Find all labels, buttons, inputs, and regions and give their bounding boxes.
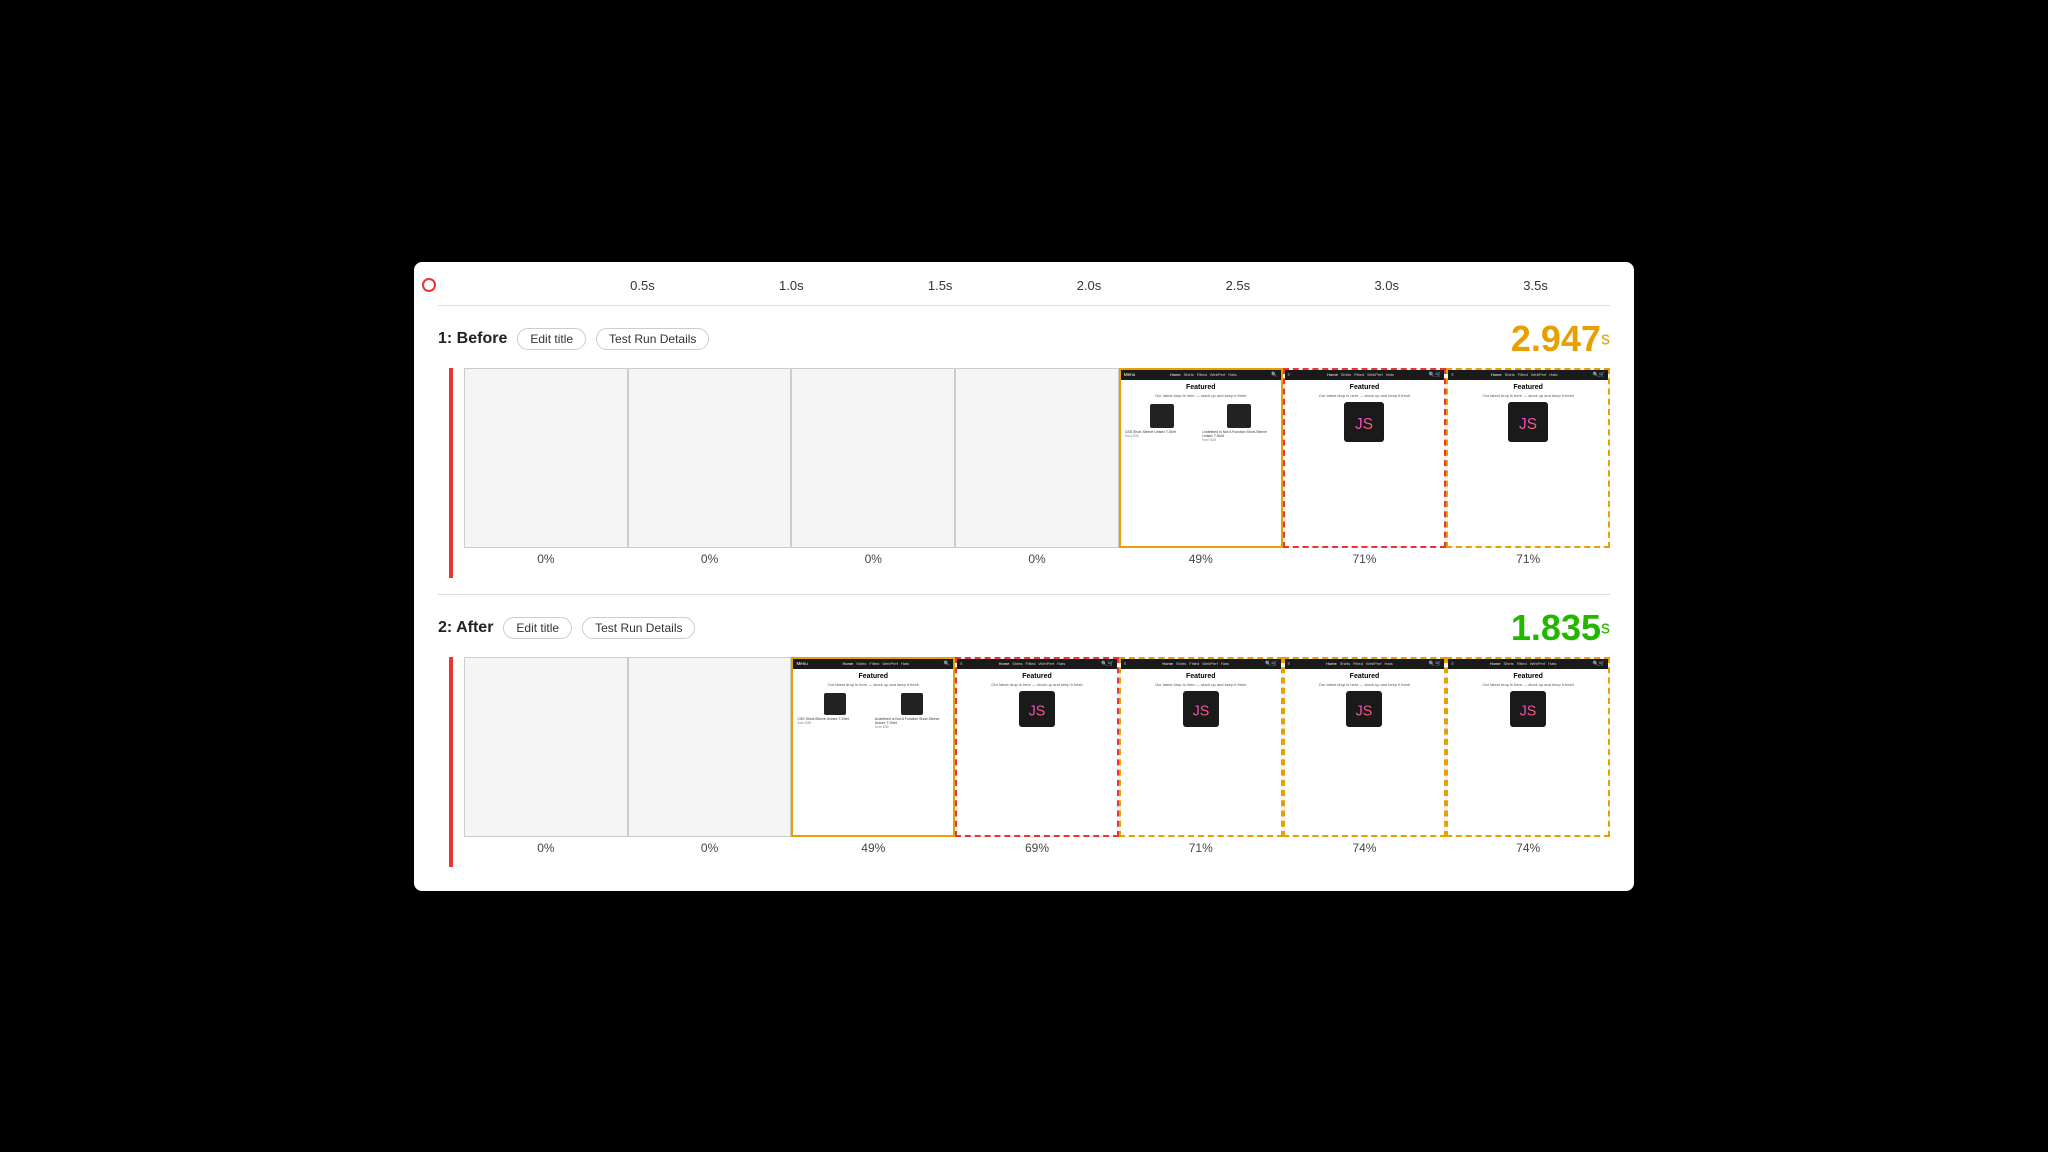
before-edit-title-button[interactable]: Edit title [517, 328, 586, 350]
before-pct-6: 71% [1516, 552, 1540, 566]
before-pct-5: 71% [1352, 552, 1376, 566]
before-thumb-5: ≡ HomeShirtsFittedWebPerfHats 🔍🛒 Feature… [1283, 368, 1447, 548]
after-frame-6: ≡ HomeShirtsFittedWebPerfHats 🔍🛒 Feature… [1446, 657, 1610, 855]
after-section: 2: After Edit title Test Run Details 1.8… [438, 607, 1610, 867]
after-frame-4: ≡ HomeShirtsFittedWebPerfHats 🔍🛒 Feature… [1119, 657, 1283, 855]
before-score: 2.947 [1511, 318, 1601, 359]
before-thumb-6: ≡ HomeShirtsFittedWebPerfHats 🔍🛒 Feature… [1446, 368, 1610, 548]
before-frames: 0% 0% 0% 0% [464, 368, 1610, 566]
after-frames: 0% 0% Menu HomeShirtsFittedWebPerfH [464, 657, 1610, 855]
after-score: 1.835 [1511, 607, 1601, 648]
after-thumb-3: ≡ HomeShirtsFittedWebPerfHats 🔍🛒 Feature… [955, 657, 1119, 837]
before-score-unit: s [1601, 328, 1610, 348]
after-score-container: 1.835s [1511, 607, 1610, 649]
before-frame-2: 0% [791, 368, 955, 566]
after-thumb-0 [464, 657, 628, 837]
before-header: 1: Before Edit title Test Run Details 2.… [438, 318, 1610, 360]
before-frame-3: 0% [955, 368, 1119, 566]
after-pct-2: 49% [861, 841, 885, 855]
before-thumb-2 [791, 368, 955, 548]
svg-text:JS: JS [1520, 703, 1537, 719]
before-pct-1: 0% [701, 552, 718, 566]
before-start-bar [438, 368, 464, 578]
after-pct-5: 74% [1352, 841, 1376, 855]
svg-text:JS: JS [1029, 703, 1046, 719]
after-frame-2: Menu HomeShirtsFittedWebPerfHats 🔍 Featu… [791, 657, 955, 855]
before-thumb-4: Menu HomeShirtsFittedWebPerfHats 🔍 Featu… [1119, 368, 1283, 548]
svg-text:JS: JS [1192, 703, 1209, 719]
before-thumb-1 [628, 368, 792, 548]
before-thumb-3 [955, 368, 1119, 548]
timeline-marker [422, 278, 436, 292]
main-container: 0.5s 1.0s 1.5s 2.0s 2.5s 3.0s 3.5s 1: Be… [414, 262, 1634, 891]
after-frame-1: 0% [628, 657, 792, 855]
before-thumb-0 [464, 368, 628, 548]
after-thumb-4: ≡ HomeShirtsFittedWebPerfHats 🔍🛒 Feature… [1119, 657, 1283, 837]
after-pct-3: 69% [1025, 841, 1049, 855]
before-frame-5: ≡ HomeShirtsFittedWebPerfHats 🔍🛒 Feature… [1283, 368, 1447, 566]
before-pct-0: 0% [537, 552, 554, 566]
svg-text:JS: JS [1519, 415, 1537, 432]
after-thumb-5: ≡ HomeShirtsFittedWebPerfHats 🔍🛒 Feature… [1283, 657, 1447, 837]
tick-6: 3.5s [1461, 278, 1610, 293]
tick-0: 0.5s [568, 278, 717, 293]
tick-5: 3.0s [1312, 278, 1461, 293]
after-frame-3: ≡ HomeShirtsFittedWebPerfHats 🔍🛒 Feature… [955, 657, 1119, 855]
after-score-unit: s [1601, 617, 1610, 637]
before-pct-4: 49% [1189, 552, 1213, 566]
after-pct-4: 71% [1189, 841, 1213, 855]
before-frame-6: ≡ HomeShirtsFittedWebPerfHats 🔍🛒 Feature… [1446, 368, 1610, 566]
svg-text:JS: JS [1355, 415, 1373, 432]
before-title: 1: Before [438, 330, 507, 348]
before-pct-3: 0% [1028, 552, 1045, 566]
section-divider [438, 594, 1610, 595]
svg-text:JS: JS [1356, 703, 1373, 719]
after-edit-title-button[interactable]: Edit title [503, 617, 572, 639]
before-pct-2: 0% [865, 552, 882, 566]
after-thumb-1 [628, 657, 792, 837]
after-frame-0: 0% [464, 657, 628, 855]
before-frame-4: Menu HomeShirtsFittedWebPerfHats 🔍 Featu… [1119, 368, 1283, 566]
after-pct-0: 0% [537, 841, 554, 855]
tick-1: 1.0s [717, 278, 866, 293]
after-thumb-6: ≡ HomeShirtsFittedWebPerfHats 🔍🛒 Feature… [1446, 657, 1610, 837]
after-pct-1: 0% [701, 841, 718, 855]
tick-2: 1.5s [866, 278, 1015, 293]
after-frame-5: ≡ HomeShirtsFittedWebPerfHats 🔍🛒 Feature… [1283, 657, 1447, 855]
after-thumb-2: Menu HomeShirtsFittedWebPerfHats 🔍 Featu… [791, 657, 955, 837]
before-score-container: 2.947s [1511, 318, 1610, 360]
after-start-bar [438, 657, 464, 867]
tick-3: 2.0s [1015, 278, 1164, 293]
after-title: 2: After [438, 619, 493, 637]
after-pct-6: 74% [1516, 841, 1540, 855]
before-frame-1: 0% [628, 368, 792, 566]
after-filmstrip: 0% 0% Menu HomeShirtsFittedWebPerfH [438, 657, 1610, 867]
before-filmstrip: 0% 0% 0% 0% [438, 368, 1610, 578]
before-test-run-button[interactable]: Test Run Details [596, 328, 709, 350]
after-test-run-button[interactable]: Test Run Details [582, 617, 695, 639]
tick-4: 2.5s [1163, 278, 1312, 293]
before-section: 1: Before Edit title Test Run Details 2.… [438, 318, 1610, 578]
before-frame-0: 0% [464, 368, 628, 566]
after-header: 2: After Edit title Test Run Details 1.8… [438, 607, 1610, 649]
